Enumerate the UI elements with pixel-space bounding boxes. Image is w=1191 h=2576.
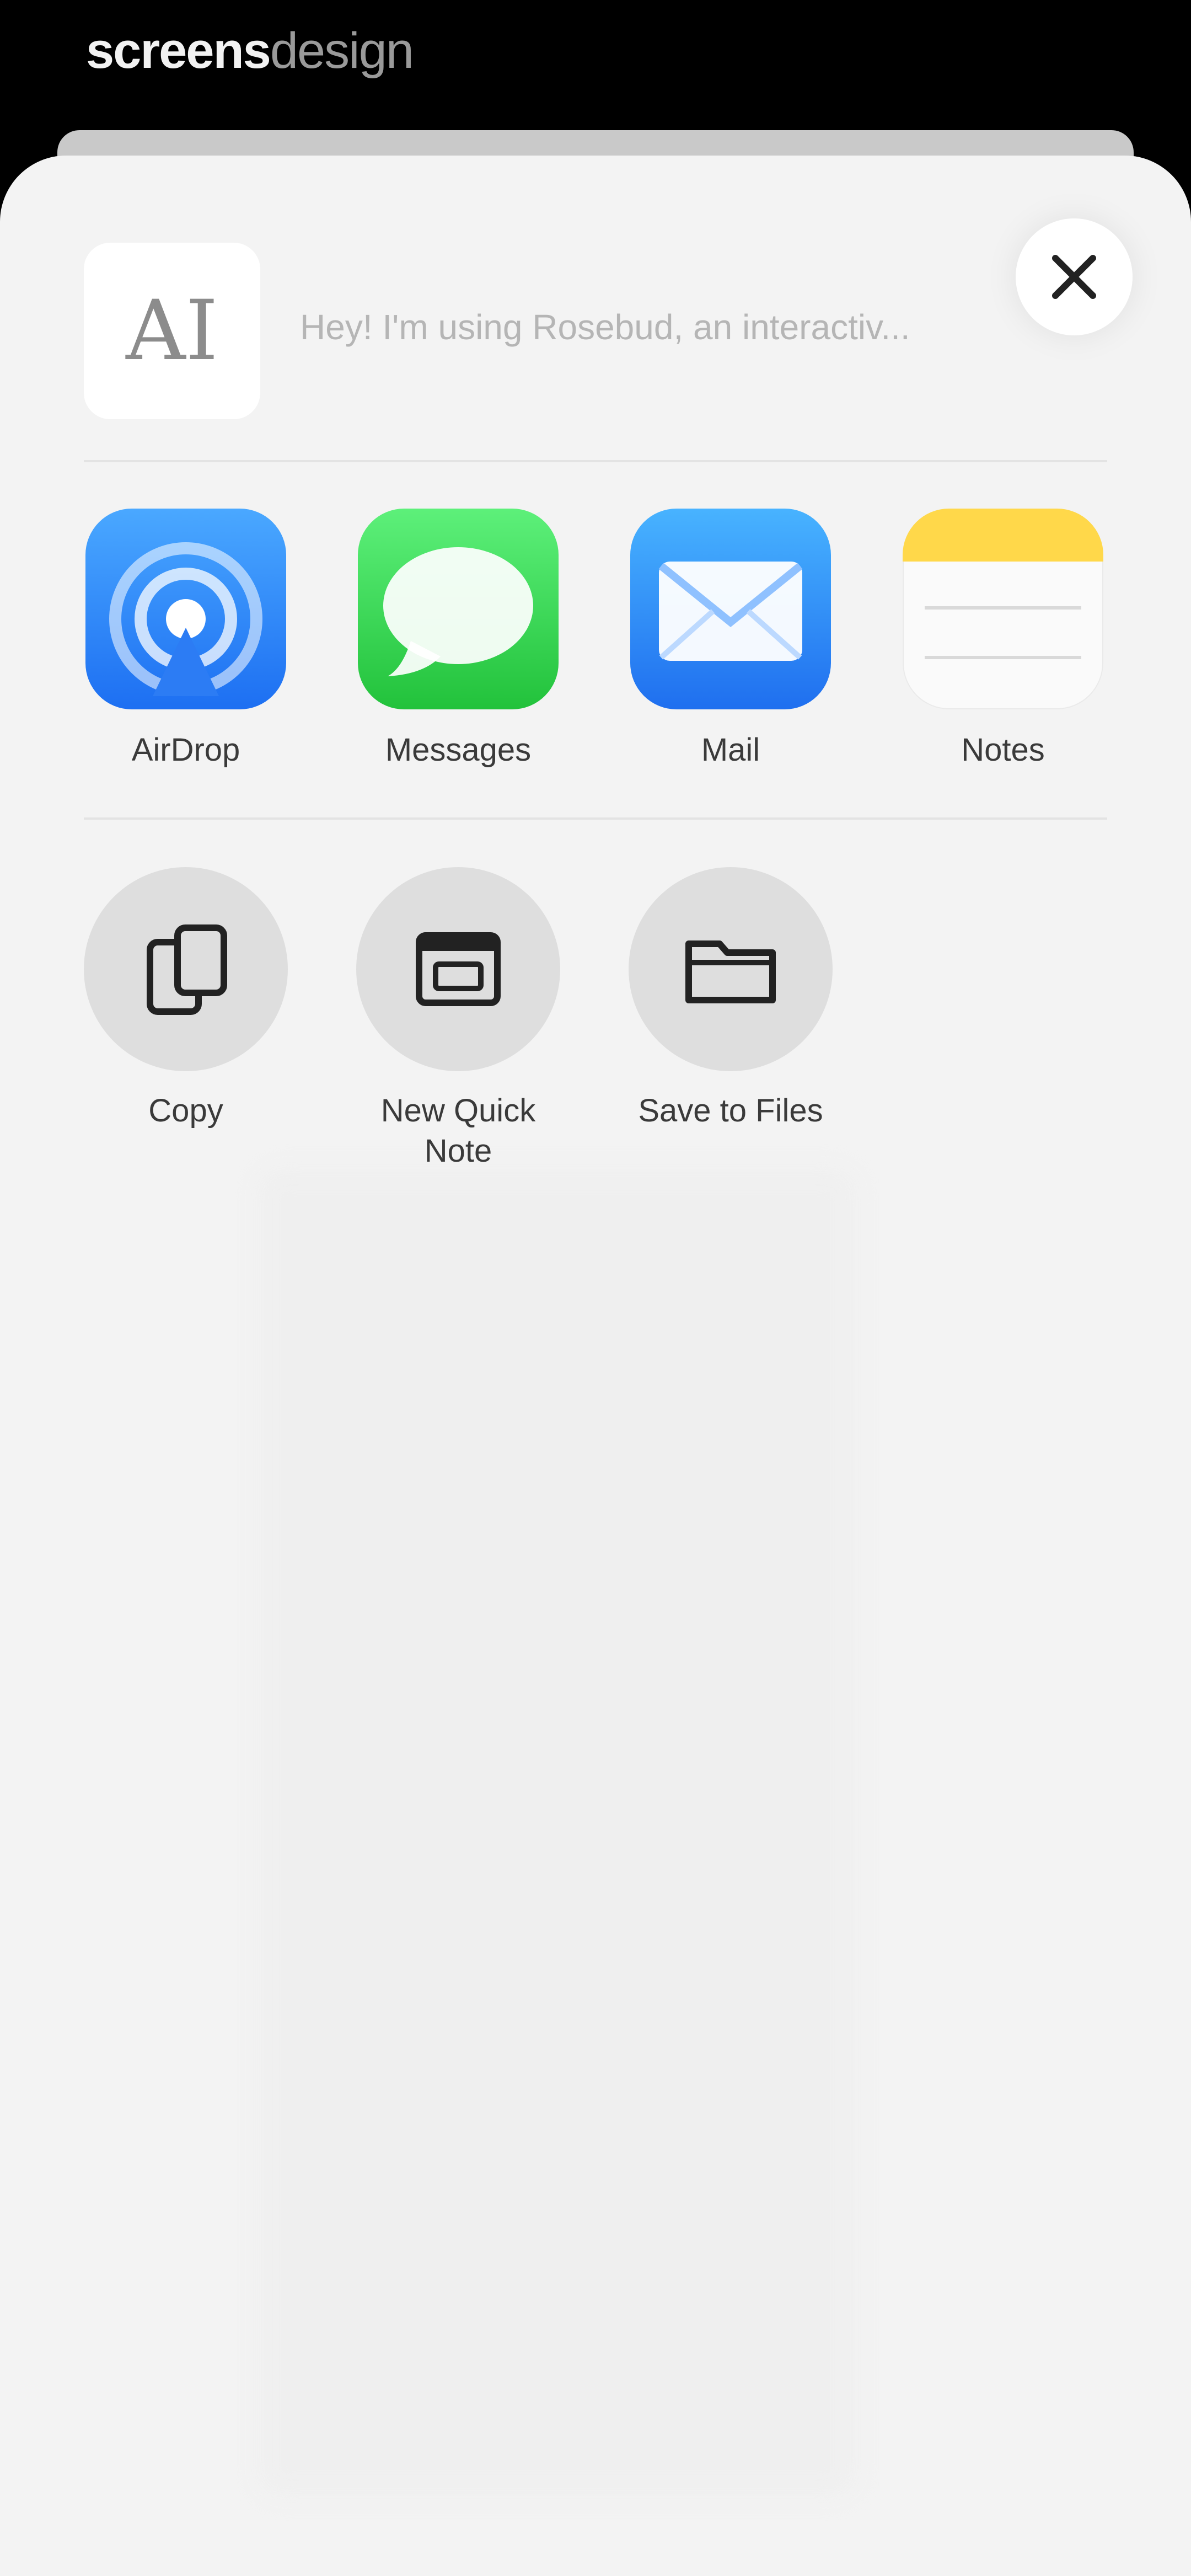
thumbnail-text: AI [126,283,218,379]
share-sheet: AI Hey! I'm using Rosebud, an interactiv… [0,156,1191,2576]
folder-icon [685,940,776,1003]
share-header: AI Hey! I'm using Rosebud, an interactiv… [84,243,1107,419]
messages-icon [358,509,559,709]
save-files-label: Save to Files [638,1093,823,1129]
brand-watermark: screensdesign [86,23,414,79]
share-app-label: AirDrop [131,732,240,768]
new-quick-note-button[interactable]: New Quick Note [356,867,560,1171]
divider [84,817,1107,820]
share-app-notes[interactable]: Notes [901,509,1105,768]
share-app-airdrop[interactable]: AirDrop [84,509,288,768]
save-files-action-circle [629,867,833,1071]
copy-action-circle [84,867,288,1071]
quick-note-action-circle [356,867,560,1071]
quick-note-icon [416,932,501,1006]
brand-part-2: design [270,23,414,79]
share-app-mail[interactable]: Mail [629,509,833,768]
copy-button[interactable]: Copy [84,867,288,1131]
mail-icon [630,509,831,709]
copy-icon [147,924,227,1015]
copy-label: Copy [148,1093,223,1129]
quick-note-label: New Quick Note [380,1093,536,1169]
share-app-messages[interactable]: Messages [356,509,560,768]
brand-part-1: screens [86,23,271,79]
apps-row: AirDrop Messages Mail Notes [84,509,1191,806]
save-to-files-button[interactable]: Save to Files [629,867,833,1131]
share-app-label: Mail [701,732,760,768]
notes-icon [903,509,1103,709]
divider [84,460,1107,462]
close-icon [1052,255,1096,299]
share-app-label: Notes [961,732,1045,768]
shared-text-preview: Hey! I'm using Rosebud, an interactiv... [300,307,910,347]
shared-app-thumbnail: AI [84,243,260,419]
actions-row: Copy New Quick Note Save to Files [84,867,966,1198]
close-button[interactable] [1016,218,1133,335]
share-app-label: Messages [385,732,532,768]
airdrop-icon [85,509,286,709]
background-content [259,1171,855,2494]
